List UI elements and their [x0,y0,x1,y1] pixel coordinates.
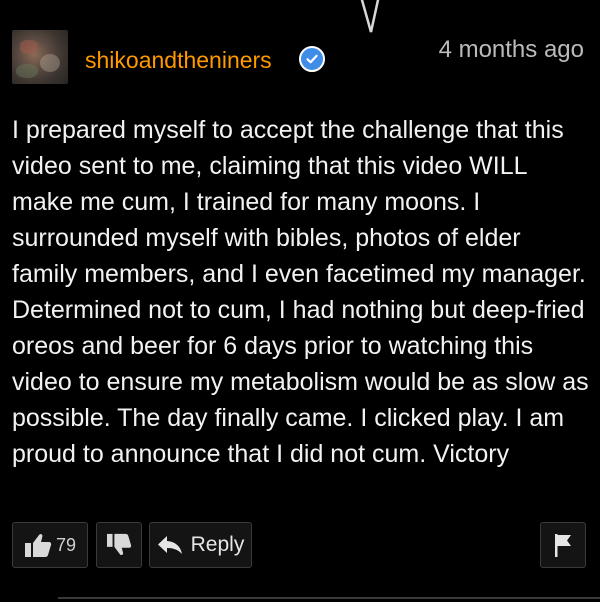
thumbs-up-icon [24,534,52,557]
like-count: 79 [55,534,77,555]
divider [58,597,600,599]
reply-label: Reply [190,533,245,556]
avatar[interactable] [12,30,68,84]
thumbs-down-icon [107,533,132,556]
reply-arrow-icon [157,536,182,554]
dislike-button[interactable] [96,522,142,568]
comment-timestamp: 4 months ago [438,36,584,63]
reply-button[interactable]: Reply [149,522,252,568]
like-button[interactable]: 79 [12,522,88,568]
flag-icon [555,534,571,557]
comment-text: I prepared myself to accept the challeng… [12,116,589,468]
flag-button[interactable] [540,522,586,568]
verified-check-icon [299,46,325,72]
cropped-glyph [360,0,380,33]
comment-author[interactable]: shikoandtheniners [85,46,272,74]
